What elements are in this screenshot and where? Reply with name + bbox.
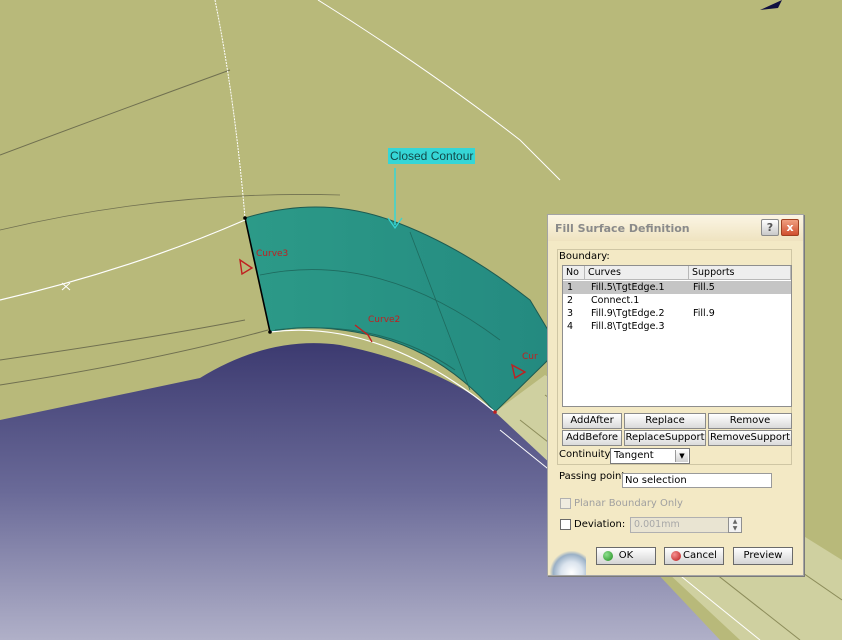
curve3-label: Curve3 bbox=[256, 249, 289, 259]
spin-up-icon[interactable]: ▲ bbox=[729, 518, 741, 525]
replace-button[interactable]: Replace bbox=[624, 413, 706, 429]
preview-button[interactable]: Preview bbox=[733, 547, 793, 565]
deviation-label: Deviation: bbox=[574, 519, 626, 530]
row-curve: Fill.9\TgtEdge.2 bbox=[591, 308, 665, 319]
row-curve: Connect.1 bbox=[591, 295, 640, 306]
continuity-value: Tangent bbox=[614, 450, 654, 461]
row-support: Fill.9 bbox=[693, 308, 715, 319]
column-header-supports[interactable]: Supports bbox=[689, 266, 791, 280]
passing-point-field[interactable]: No selection bbox=[622, 473, 772, 488]
list-item[interactable]: 1 Fill.5\TgtEdge.1 Fill.5 bbox=[563, 281, 791, 294]
column-header-no[interactable]: No bbox=[563, 266, 585, 280]
ok-button[interactable]: OK bbox=[596, 547, 656, 565]
ok-icon bbox=[603, 551, 613, 561]
deviation-checkbox[interactable] bbox=[560, 519, 571, 530]
row-no: 3 bbox=[567, 308, 574, 319]
dialog-titlebar[interactable]: Fill Surface Definition ? x bbox=[548, 215, 803, 241]
planar-boundary-label: Planar Boundary Only bbox=[574, 498, 683, 509]
continuity-select[interactable]: Tangent ▼ bbox=[610, 448, 690, 464]
list-item[interactable]: 3 Fill.9\TgtEdge.2 Fill.9 bbox=[563, 307, 791, 320]
ok-label: OK bbox=[618, 550, 634, 561]
catia-globe-icon bbox=[550, 551, 586, 575]
list-item[interactable]: 4 Fill.8\TgtEdge.3 bbox=[563, 320, 791, 333]
row-support: Fill.5 bbox=[693, 282, 715, 293]
deviation-field[interactable]: 0.001mm bbox=[630, 517, 742, 533]
planar-boundary-checkbox[interactable] bbox=[560, 498, 571, 509]
add-after-button[interactable]: AddAfter bbox=[562, 413, 622, 429]
continuity-label: Continuity: bbox=[559, 449, 614, 460]
row-no: 1 bbox=[567, 282, 574, 293]
curve2-label: Curve2 bbox=[368, 315, 401, 325]
curve1-label: Cur bbox=[522, 352, 538, 362]
row-no: 2 bbox=[567, 295, 574, 306]
list-item[interactable]: 2 Connect.1 bbox=[563, 294, 791, 307]
spin-down-icon[interactable]: ▼ bbox=[729, 525, 741, 532]
remove-support-button[interactable]: RemoveSupport bbox=[708, 430, 792, 446]
row-no: 4 bbox=[567, 321, 574, 332]
passing-point-label: Passing point: bbox=[559, 471, 629, 482]
replace-support-button[interactable]: ReplaceSupport bbox=[624, 430, 706, 446]
deviation-spinner[interactable]: ▲ ▼ bbox=[728, 517, 742, 533]
remove-button[interactable]: Remove bbox=[708, 413, 792, 429]
cancel-icon bbox=[671, 551, 681, 561]
help-icon[interactable]: ? bbox=[761, 219, 779, 236]
boundary-list[interactable]: No Curves Supports 1 Fill.5\TgtEdge.1 Fi… bbox=[562, 265, 792, 407]
fill-surface-dialog: Fill Surface Definition ? x Boundary: No… bbox=[547, 214, 804, 576]
closed-contour-label: Closed Contour bbox=[388, 148, 476, 164]
cancel-button[interactable]: Cancel bbox=[664, 547, 724, 565]
column-header-curves[interactable]: Curves bbox=[585, 266, 689, 280]
boundary-label: Boundary: bbox=[559, 251, 610, 262]
row-curve: Fill.8\TgtEdge.3 bbox=[591, 321, 665, 332]
chevron-down-icon[interactable]: ▼ bbox=[675, 450, 688, 462]
close-icon[interactable]: x bbox=[781, 219, 799, 236]
row-curve: Fill.5\TgtEdge.1 bbox=[591, 282, 665, 293]
add-before-button[interactable]: AddBefore bbox=[562, 430, 622, 446]
dialog-title: Fill Surface Definition bbox=[555, 222, 690, 235]
